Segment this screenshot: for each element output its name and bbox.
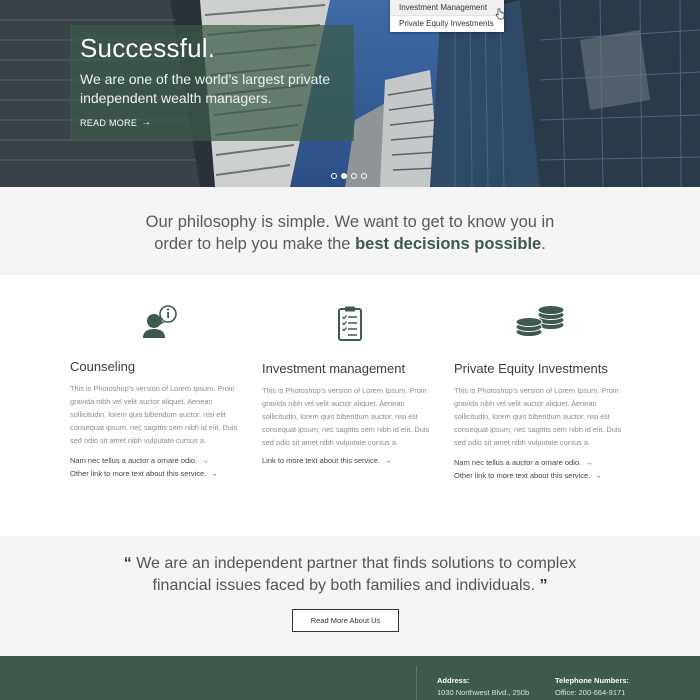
hero-read-more-label: READ MORE — [80, 117, 138, 128]
arrow-right-icon: → — [141, 117, 152, 128]
philosophy-line-2-prefix: order to help you make the — [154, 235, 356, 253]
hero-title: Successful. — [80, 33, 216, 63]
service-title-private-equity: Private Equity Investments — [454, 361, 608, 376]
arrow-right-icon: → — [594, 471, 602, 480]
service-description-investment-management: This is Photoshop’s version of Lorem Ips… — [262, 386, 430, 447]
service-description-private-equity: This is Photoshop’s version of Lorem Ips… — [454, 386, 622, 447]
slider-pagination — [331, 173, 367, 179]
footer-phone-value: Office: 200-664-9171 — [555, 688, 626, 697]
quote-line-1: “ We are an independent partner that fin… — [0, 553, 700, 575]
quote-line-2-text: financial issues faced by both families … — [152, 577, 535, 594]
coin-stacks-icon — [515, 305, 565, 337]
slider-dot-1[interactable] — [331, 173, 337, 179]
dropdown-item-investment-management[interactable]: Investment Management — [390, 0, 504, 16]
service-link-private-equity-2[interactable]: Other link to more text about this servi… — [454, 471, 602, 480]
open-quote-mark: “ — [123, 555, 132, 572]
hero-banner: Successful. We are one of the world’s la… — [0, 0, 700, 187]
service-link-counseling-2[interactable]: Other link to more text about this servi… — [70, 469, 218, 478]
footer-phone-label: Telephone Numbers: — [555, 676, 630, 685]
service-link-label: Nam nec tellus a auctor a ornare odio. — [70, 456, 198, 465]
quote-section: “ We are an independent partner that fin… — [0, 536, 700, 656]
philosophy-section: Our philosophy is simple. We want to get… — [0, 187, 700, 275]
service-link-private-equity-1[interactable]: Nam nec tellus a auctor a ornare odio. → — [454, 458, 593, 467]
slider-dot-3[interactable] — [351, 173, 357, 179]
service-title-investment-management: Investment management — [262, 361, 406, 376]
philosophy-statement: Our philosophy is simple. We want to get… — [0, 211, 700, 255]
philosophy-line-1: Our philosophy is simple. We want to get… — [145, 213, 555, 231]
slider-dot-2[interactable] — [341, 173, 347, 179]
footer-divider — [416, 666, 417, 700]
quote-line-1-text: We are an independent partner that finds… — [136, 555, 577, 572]
read-more-about-us-button[interactable]: Read More About Us — [292, 609, 399, 632]
arrow-right-icon: → — [383, 456, 392, 465]
hero-subtitle: We are one of the world’s largest privat… — [80, 71, 331, 106]
service-description-counseling: This is Photoshop’s version of Lorem Ips… — [70, 384, 238, 445]
service-link-counseling-1[interactable]: Nam nec tellus a auctor a ornare odio. → — [70, 456, 209, 465]
close-quote-mark: ” — [539, 577, 548, 594]
hand-cursor-icon — [495, 8, 505, 20]
philosophy-line-2: order to help you make the best decision… — [0, 233, 700, 255]
services-section: Counseling This is Photoshop’s version o… — [0, 275, 700, 536]
arrow-right-icon: → — [201, 456, 209, 465]
company-quote: “ We are an independent partner that fin… — [0, 553, 700, 597]
counseling-person-info-icon — [143, 305, 177, 338]
footer: Address: 1030 Northwest Blvd., 250b Tele… — [0, 656, 700, 700]
service-link-label: Other link to more text about this servi… — [454, 471, 591, 480]
philosophy-line-2-suffix: . — [541, 235, 546, 253]
hero-caption-panel: Successful. We are one of the world’s la… — [70, 25, 354, 141]
service-link-label: Nam nec tellus a auctor a ornare odio. — [454, 458, 582, 467]
nav-dropdown-menu: Investment Management Private Equity Inv… — [390, 0, 504, 32]
quote-line-2: financial issues faced by both families … — [0, 575, 700, 597]
arrow-right-icon: → — [210, 469, 218, 478]
clipboard-checklist-icon — [338, 306, 362, 341]
service-title-counseling: Counseling — [70, 359, 136, 374]
service-link-label: Other link to more text about this servi… — [70, 469, 207, 478]
hero-read-more-link[interactable]: READ MORE → — [80, 117, 152, 128]
philosophy-emphasis: best decisions possible — [355, 235, 542, 253]
service-link-label: Link to more text about this service. — [262, 456, 380, 465]
arrow-right-icon: → — [585, 458, 593, 467]
service-link-investment-management-1[interactable]: Link to more text about this service. → — [262, 456, 391, 465]
footer-address-value: 1030 Northwest Blvd., 250b — [437, 688, 530, 697]
footer-address-label: Address: — [437, 676, 470, 685]
slider-dot-4[interactable] — [361, 173, 367, 179]
dropdown-item-private-equity[interactable]: Private Equity Investments — [390, 16, 504, 32]
